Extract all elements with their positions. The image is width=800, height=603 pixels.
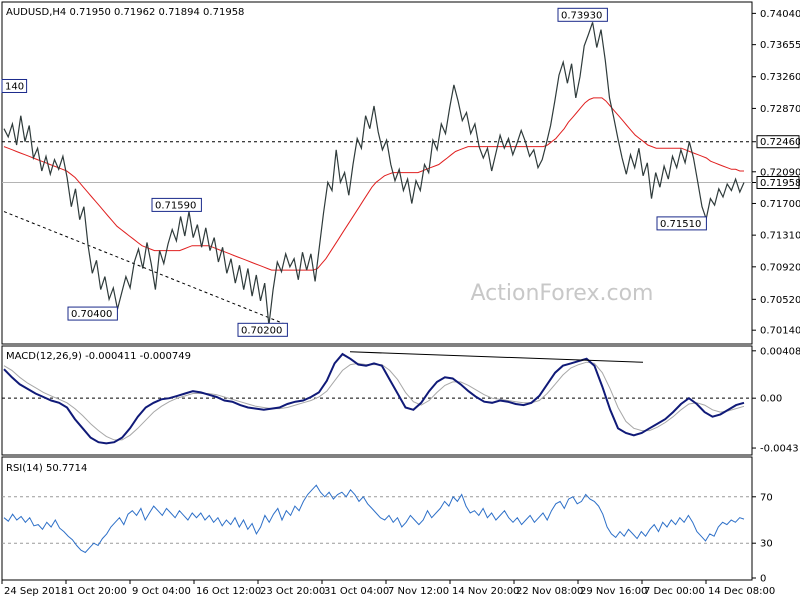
chart-root: ActionForex.com 140 0.71590 0.70400 0.70200… xyxy=(0,0,800,600)
annotation-label: 140 xyxy=(5,81,24,92)
price-tick-label: 0.73260 xyxy=(760,72,800,83)
macd-label: MACD(12,26,9) -0.000411 -0.000749 xyxy=(6,351,191,362)
annotation-label: 0.73930 xyxy=(561,10,602,21)
annotation-label: 0.70200 xyxy=(241,325,282,336)
rsi-panel-frame xyxy=(1,456,753,581)
time-tick-label: 23 Oct 20:00 xyxy=(260,586,325,597)
rsi-tick-label: 0 xyxy=(760,574,766,585)
price-axis: 0.740400.736550.732600.728700.724600.720… xyxy=(752,9,800,337)
rsi-axis: 70 30 0 xyxy=(752,492,773,585)
rsi-tick-label: 70 xyxy=(760,492,773,503)
rsi-tick-label: 30 xyxy=(760,539,773,550)
macd-axis: 0.004085 0.00 -0.0043 xyxy=(752,346,800,455)
annotation-label: 0.71510 xyxy=(660,219,701,230)
time-tick-label: 1 Oct 20:00 xyxy=(68,586,127,597)
annotation-label: 0.71590 xyxy=(155,200,196,211)
symbol-header: AUDUSD,H4 0.71950 0.71962 0.71894 0.7195… xyxy=(6,7,244,18)
price-tick-label: 0.71310 xyxy=(760,231,800,242)
price-tick-label: 0.70520 xyxy=(760,295,800,306)
time-tick-label: 24 Sep 2018 xyxy=(4,586,67,597)
macd-tick-label: 0.004085 xyxy=(760,346,800,357)
time-tick-label: 14 Nov 20:00 xyxy=(452,586,519,597)
rsi-label: RSI(14) 50.7714 xyxy=(6,463,87,474)
time-tick-label: 9 Oct 04:00 xyxy=(132,586,191,597)
time-tick-label: 22 Nov 08:00 xyxy=(516,586,583,597)
price-tick-label: 0.73655 xyxy=(760,40,800,51)
macd-tick-label: -0.0043 xyxy=(760,444,799,455)
price-tick-label: 0.72870 xyxy=(760,104,800,115)
price-tick-label: 0.71958 xyxy=(760,178,800,189)
time-tick-label: 14 Dec 08:00 xyxy=(708,586,775,597)
price-tick-label: 0.70140 xyxy=(760,326,800,337)
chart-svg: ActionForex.com 140 0.71590 0.70400 0.70200… xyxy=(1,1,800,597)
price-tick-label: 0.74040 xyxy=(760,9,800,20)
price-tick-label: 0.72460 xyxy=(760,137,800,148)
time-tick-label: 31 Oct 04:00 xyxy=(324,586,389,597)
time-tick-label: 29 Nov 16:00 xyxy=(580,586,647,597)
macd-tick-label: 0.00 xyxy=(760,394,782,405)
time-tick-label: 16 Oct 12:00 xyxy=(196,586,261,597)
time-tick-label: 7 Dec 00:00 xyxy=(644,586,705,597)
time-tick-label: 7 Nov 12:00 xyxy=(388,586,449,597)
watermark: ActionForex.com xyxy=(471,281,654,306)
price-tick-label: 0.70920 xyxy=(760,262,800,273)
price-tick-label: 0.71700 xyxy=(760,199,800,210)
time-axis: 24 Sep 2018 1 Oct 20:00 9 Oct 04:00 16 Oct … xyxy=(1,580,775,597)
annotation-label: 0.70400 xyxy=(71,309,112,320)
